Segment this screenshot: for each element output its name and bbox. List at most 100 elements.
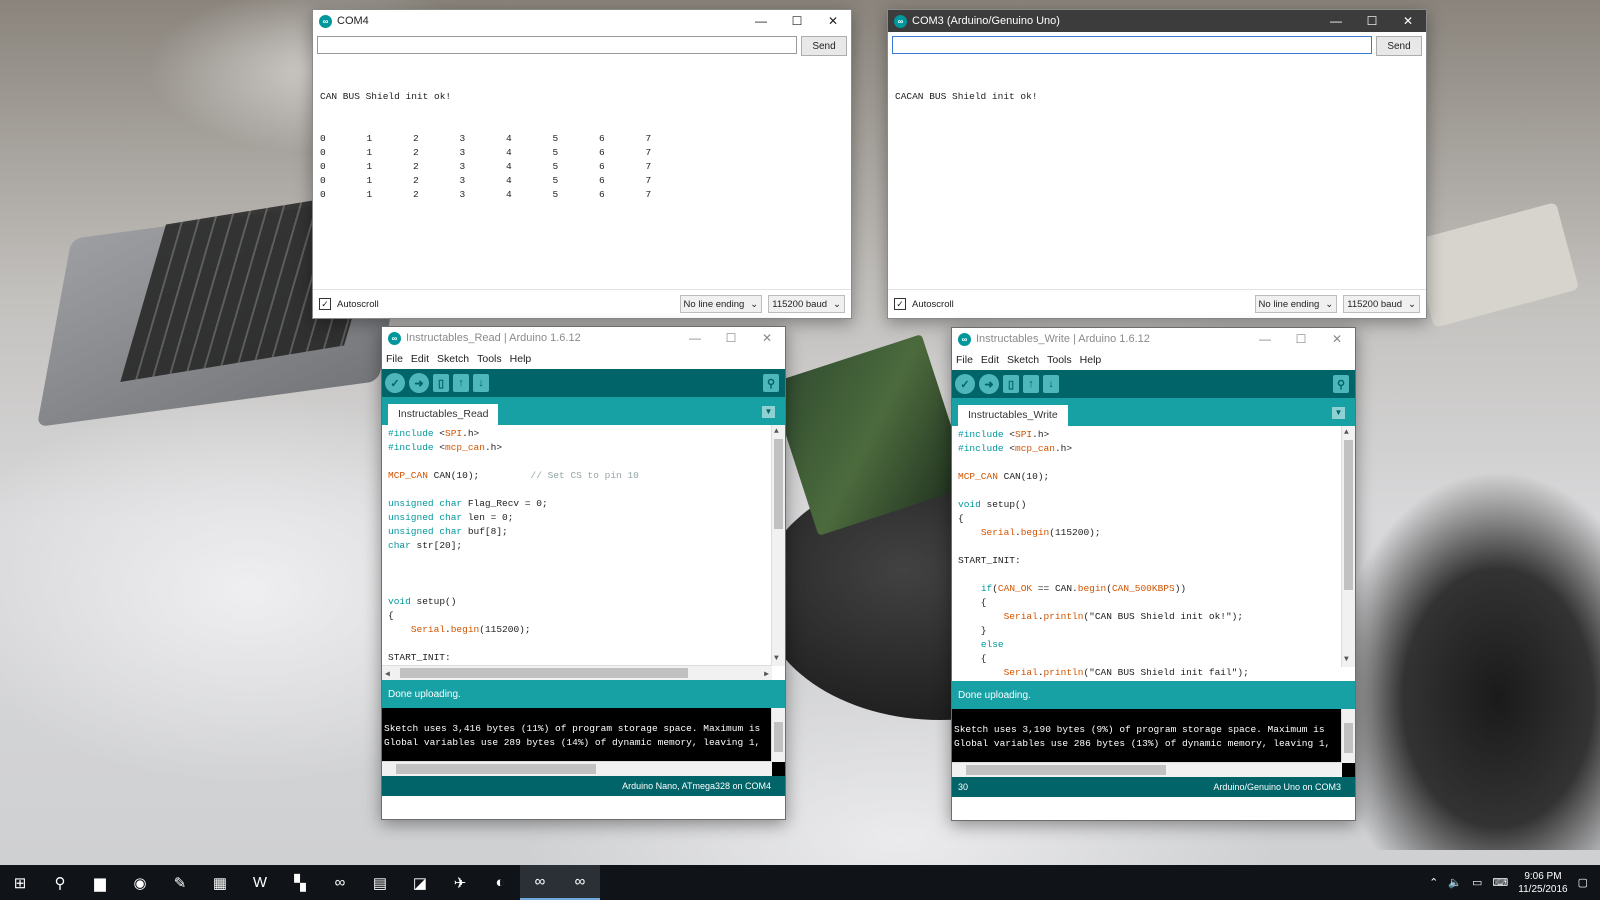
maximize-icon[interactable]: ☐ [779, 14, 815, 28]
menu-item-file[interactable]: File [956, 354, 973, 366]
baud-rate-select[interactable]: 115200 baud ⌄ [1343, 295, 1420, 313]
search-icon[interactable]: ⚲ [40, 865, 80, 900]
menu-item-edit[interactable]: Edit [411, 353, 429, 365]
verify-icon[interactable]: ✓ [385, 373, 405, 393]
notepad-icon[interactable]: ▤ [360, 865, 400, 900]
maximize-icon[interactable]: ☐ [1354, 14, 1390, 28]
app-icon-5[interactable]: ✎ [160, 865, 200, 900]
tab-menu-icon[interactable]: ▼ [762, 406, 775, 418]
horizontal-scrollbar[interactable]: ◀ ▶ [382, 665, 772, 680]
office-icon[interactable]: ▚ [280, 865, 320, 900]
title-bar[interactable]: ∞ Instructables_Read | Arduino 1.6.12 — … [382, 327, 785, 349]
code-editor[interactable]: #include <SPI.h> #include <mcp_can.h> MCP… [382, 425, 785, 680]
open-icon[interactable]: ↑ [453, 374, 469, 392]
close-icon[interactable]: ✕ [749, 331, 785, 345]
serial-output-row: 0 1 2 3 4 5 6 7 [320, 146, 844, 160]
close-icon[interactable]: ✕ [1319, 332, 1355, 346]
clock[interactable]: 9:06 PM 11/25/2016 [1518, 870, 1567, 896]
file-explorer-icon[interactable]: ▆ [80, 865, 120, 900]
line-ending-select[interactable]: No line ending ⌄ [1254, 295, 1338, 313]
upload-icon[interactable]: ➜ [409, 373, 429, 393]
serial-output-value: 6 [599, 133, 605, 144]
serial-output-value: 7 [645, 133, 652, 144]
minimize-icon[interactable]: — [1318, 14, 1354, 28]
notification-icon[interactable]: ▢ [1578, 876, 1588, 889]
console-vertical-scrollbar[interactable] [771, 708, 785, 762]
chevron-up-icon[interactable]: ⌃ [1429, 876, 1438, 889]
clock-date: 11/25/2016 [1518, 883, 1568, 895]
serial-send-input[interactable] [317, 36, 797, 54]
code-line: START_INIT: [958, 555, 1021, 566]
console-horizontal-scrollbar[interactable] [952, 762, 1342, 777]
code-line: void setup() [958, 499, 1027, 510]
ide-window-write: ∞ Instructables_Write | Arduino 1.6.12 —… [951, 327, 1356, 821]
word-icon[interactable]: W [240, 865, 280, 900]
serial-send-input[interactable] [892, 36, 1372, 54]
close-icon[interactable]: ✕ [815, 14, 851, 28]
vertical-scrollbar[interactable]: ▲ ▼ [771, 425, 785, 666]
arduino-icon-active-1[interactable]: ∞ [520, 865, 560, 900]
vertical-scrollbar[interactable]: ▲ ▼ [1341, 426, 1355, 667]
code-line: START_INIT: [388, 652, 451, 663]
serial-monitor-icon[interactable]: ⚲ [763, 374, 779, 392]
save-icon[interactable]: ↓ [1043, 375, 1059, 393]
code-editor[interactable]: #include <SPI.h> #include <mcp_can.h> MCP… [952, 426, 1355, 681]
minimize-icon[interactable]: — [743, 14, 779, 28]
menu-item-help[interactable]: Help [510, 353, 532, 365]
verify-icon[interactable]: ✓ [955, 374, 975, 394]
calculator-icon[interactable]: ▦ [200, 865, 240, 900]
send-button[interactable]: Send [1376, 36, 1422, 56]
title-bar[interactable]: ∞ Instructables_Write | Arduino 1.6.12 —… [952, 328, 1355, 350]
code-line: MCP_CAN CAN(10); // Set CS to pin 10 [388, 470, 639, 481]
tab-instructables-write[interactable]: Instructables_Write [958, 405, 1068, 426]
serial-output-value: 6 [599, 161, 605, 172]
upload-icon[interactable]: ➜ [979, 374, 999, 394]
volume-icon[interactable]: 🔈 [1448, 876, 1462, 889]
menu-item-edit[interactable]: Edit [981, 354, 999, 366]
menu-item-sketch[interactable]: Sketch [437, 353, 469, 365]
minimize-icon[interactable]: — [677, 331, 713, 345]
new-file-icon[interactable]: ▯ [433, 374, 449, 392]
menu-item-tools[interactable]: Tools [477, 353, 502, 365]
baud-rate-select[interactable]: 115200 baud ⌄ [768, 295, 845, 313]
menu-item-sketch[interactable]: Sketch [1007, 354, 1039, 366]
autoscroll-checkbox[interactable]: ✓ [319, 298, 331, 310]
app-icon-12[interactable]: ✈ [440, 865, 480, 900]
maximize-icon[interactable]: ☐ [713, 331, 749, 345]
console-horizontal-scrollbar[interactable] [382, 761, 772, 776]
network-icon[interactable]: ▭ [1472, 876, 1482, 889]
open-icon[interactable]: ↑ [1023, 375, 1039, 393]
serial-output-value: 5 [552, 147, 559, 158]
new-file-icon[interactable]: ▯ [1003, 375, 1019, 393]
arduino-icon[interactable]: ∞ [320, 865, 360, 900]
close-icon[interactable]: ✕ [1390, 14, 1426, 28]
app-icon-13[interactable]: ◐ [480, 865, 520, 900]
chevron-down-icon: ⌄ [750, 298, 759, 310]
line-ending-select[interactable]: No line ending ⌄ [679, 295, 763, 313]
serial-monitor-icon[interactable]: ⚲ [1333, 375, 1349, 393]
console-vertical-scrollbar[interactable] [1341, 709, 1355, 763]
window-title: COM3 (Arduino/Genuino Uno) [912, 15, 1060, 27]
code-line: MCP_CAN CAN(10); [958, 471, 1050, 482]
serial-monitor-com3: ∞ COM3 (Arduino/Genuino Uno) — ☐ ✕ Send … [887, 9, 1427, 319]
autoscroll-checkbox[interactable]: ✓ [894, 298, 906, 310]
title-bar[interactable]: ∞ COM3 (Arduino/Genuino Uno) — ☐ ✕ [888, 10, 1426, 32]
title-bar[interactable]: ∞ COM4 — ☐ ✕ [313, 10, 851, 32]
tab-instructables-read[interactable]: Instructables_Read [388, 404, 499, 425]
minimize-icon[interactable]: — [1247, 332, 1283, 346]
keyboard-icon[interactable]: ⌨ [1492, 876, 1508, 889]
acrobat-icon[interactable]: ◪ [400, 865, 440, 900]
menu-item-file[interactable]: File [386, 353, 403, 365]
code-line: { [958, 653, 987, 664]
toolbar: ✓ ➜ ▯ ↑ ↓ ⚲ [952, 370, 1355, 398]
send-button[interactable]: Send [801, 36, 847, 56]
save-icon[interactable]: ↓ [473, 374, 489, 392]
tab-menu-icon[interactable]: ▼ [1332, 407, 1345, 419]
maximize-icon[interactable]: ☐ [1283, 332, 1319, 346]
start-icon[interactable]: ⊞ [0, 865, 40, 900]
arduino-icon-active-2[interactable]: ∞ [560, 865, 600, 900]
menu-item-help[interactable]: Help [1080, 354, 1102, 366]
serial-output-value: 1 [366, 133, 373, 144]
menu-item-tools[interactable]: Tools [1047, 354, 1072, 366]
chrome-icon[interactable]: ◉ [120, 865, 160, 900]
